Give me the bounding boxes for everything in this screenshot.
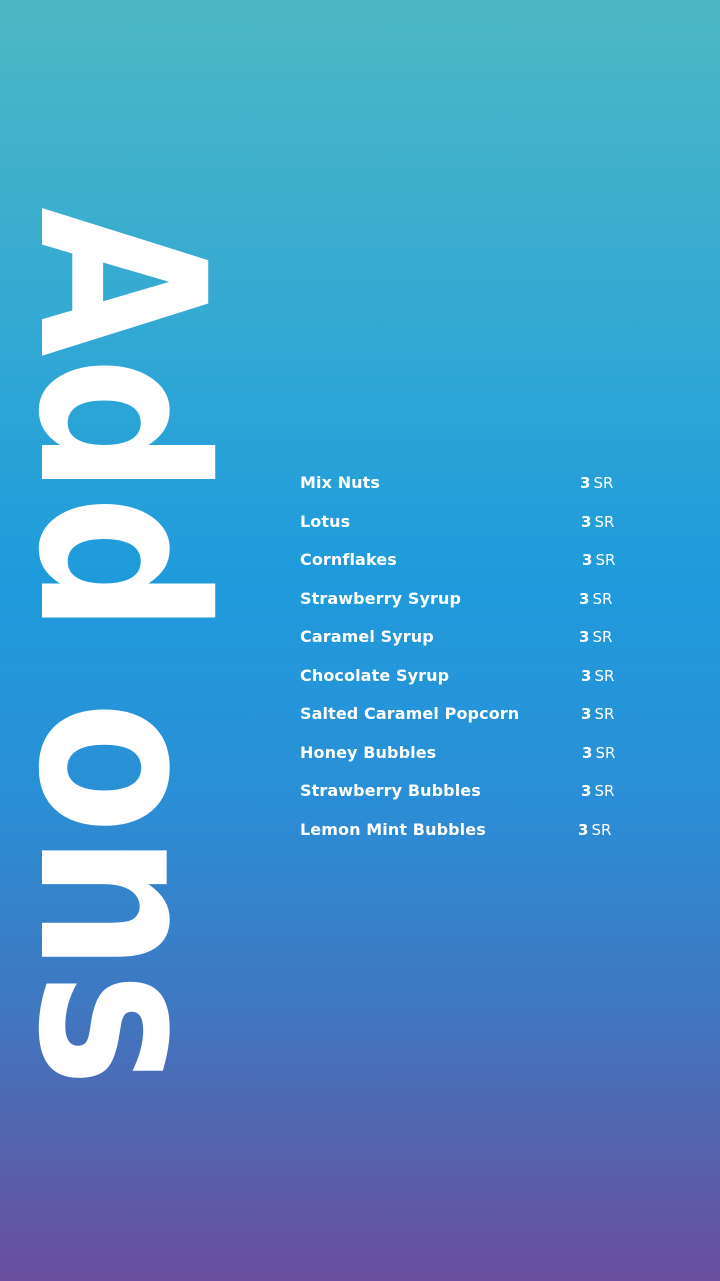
- menu-item: Cornflakes 3 SR: [300, 543, 620, 582]
- menu-item-name: Mix Nuts: [300, 473, 381, 492]
- price-value: 3: [581, 782, 592, 800]
- menu-item-name: Strawberry Bubbles: [300, 781, 481, 800]
- price-currency: SR: [594, 782, 615, 800]
- menu-item-price: 3 SR: [582, 543, 615, 577]
- price-value: 3: [580, 474, 591, 492]
- menu-item: Chocolate Syrup 3 SR: [300, 659, 620, 698]
- menu-item-price: 3 SR: [578, 813, 611, 847]
- menu-item-price: 3 SR: [582, 736, 615, 770]
- menu-item: Strawberry Bubbles 3 SR: [300, 774, 620, 813]
- price-currency: SR: [594, 512, 615, 531]
- menu-item-price: 3 SR: [581, 659, 614, 693]
- page-title-text: Add ons: [30, 207, 230, 1087]
- menu-item: Mix Nuts 3 SR: [300, 466, 620, 505]
- menu-item-price: 3 SR: [579, 582, 612, 616]
- menu-item-name: Strawberry Syrup: [300, 588, 462, 608]
- menu-item: Salted Caramel Popcorn 3 SR: [300, 697, 620, 736]
- price-currency: SR: [592, 589, 613, 608]
- menu-item-price: 3 SR: [581, 505, 614, 539]
- price-value: 3: [581, 666, 592, 685]
- price-value: 3: [579, 589, 590, 608]
- menu-item-price: 3 SR: [581, 774, 614, 808]
- price-currency: SR: [592, 628, 613, 646]
- menu-item: Caramel Syrup 3 SR: [300, 620, 620, 659]
- price-currency: SR: [595, 551, 616, 569]
- menu-item: Lotus 3 SR: [300, 505, 620, 544]
- price-value: 3: [579, 628, 590, 646]
- menu-item-price: 3 SR: [581, 697, 614, 731]
- menu-item-price: 3 SR: [580, 466, 613, 500]
- menu-item: Honey Bubbles 3 SR: [300, 736, 620, 775]
- price-value: 3: [578, 820, 589, 839]
- menu-item-name: Lotus: [300, 511, 351, 531]
- menu-item-name: Salted Caramel Popcorn: [300, 704, 520, 723]
- menu-item: Strawberry Syrup 3 SR: [300, 582, 620, 621]
- price-currency: SR: [594, 705, 615, 723]
- menu-item-name: Chocolate Syrup: [300, 665, 450, 685]
- price-currency: SR: [593, 474, 614, 492]
- price-value: 3: [582, 551, 593, 569]
- price-value: 3: [581, 705, 592, 723]
- page-title: Add ons: [30, 200, 230, 1095]
- menu-item-name: Cornflakes: [300, 550, 397, 569]
- price-value: 3: [581, 512, 592, 531]
- price-currency: SR: [594, 666, 615, 685]
- menu-item-price: 3 SR: [579, 620, 612, 654]
- price-currency: SR: [595, 743, 616, 762]
- price-value: 3: [582, 743, 593, 762]
- page-title-graphic: Add ons: [30, 207, 230, 1087]
- addons-menu: Mix Nuts 3 SR Lotus 3 SR Cornflakes 3 SR St…: [300, 466, 620, 851]
- menu-item-name: Lemon Mint Bubbles: [300, 819, 486, 839]
- menu-item-name: Caramel Syrup: [300, 627, 434, 646]
- price-currency: SR: [591, 820, 612, 839]
- menu-item: Lemon Mint Bubbles 3 SR: [300, 813, 620, 852]
- menu-item-name: Honey Bubbles: [300, 742, 437, 762]
